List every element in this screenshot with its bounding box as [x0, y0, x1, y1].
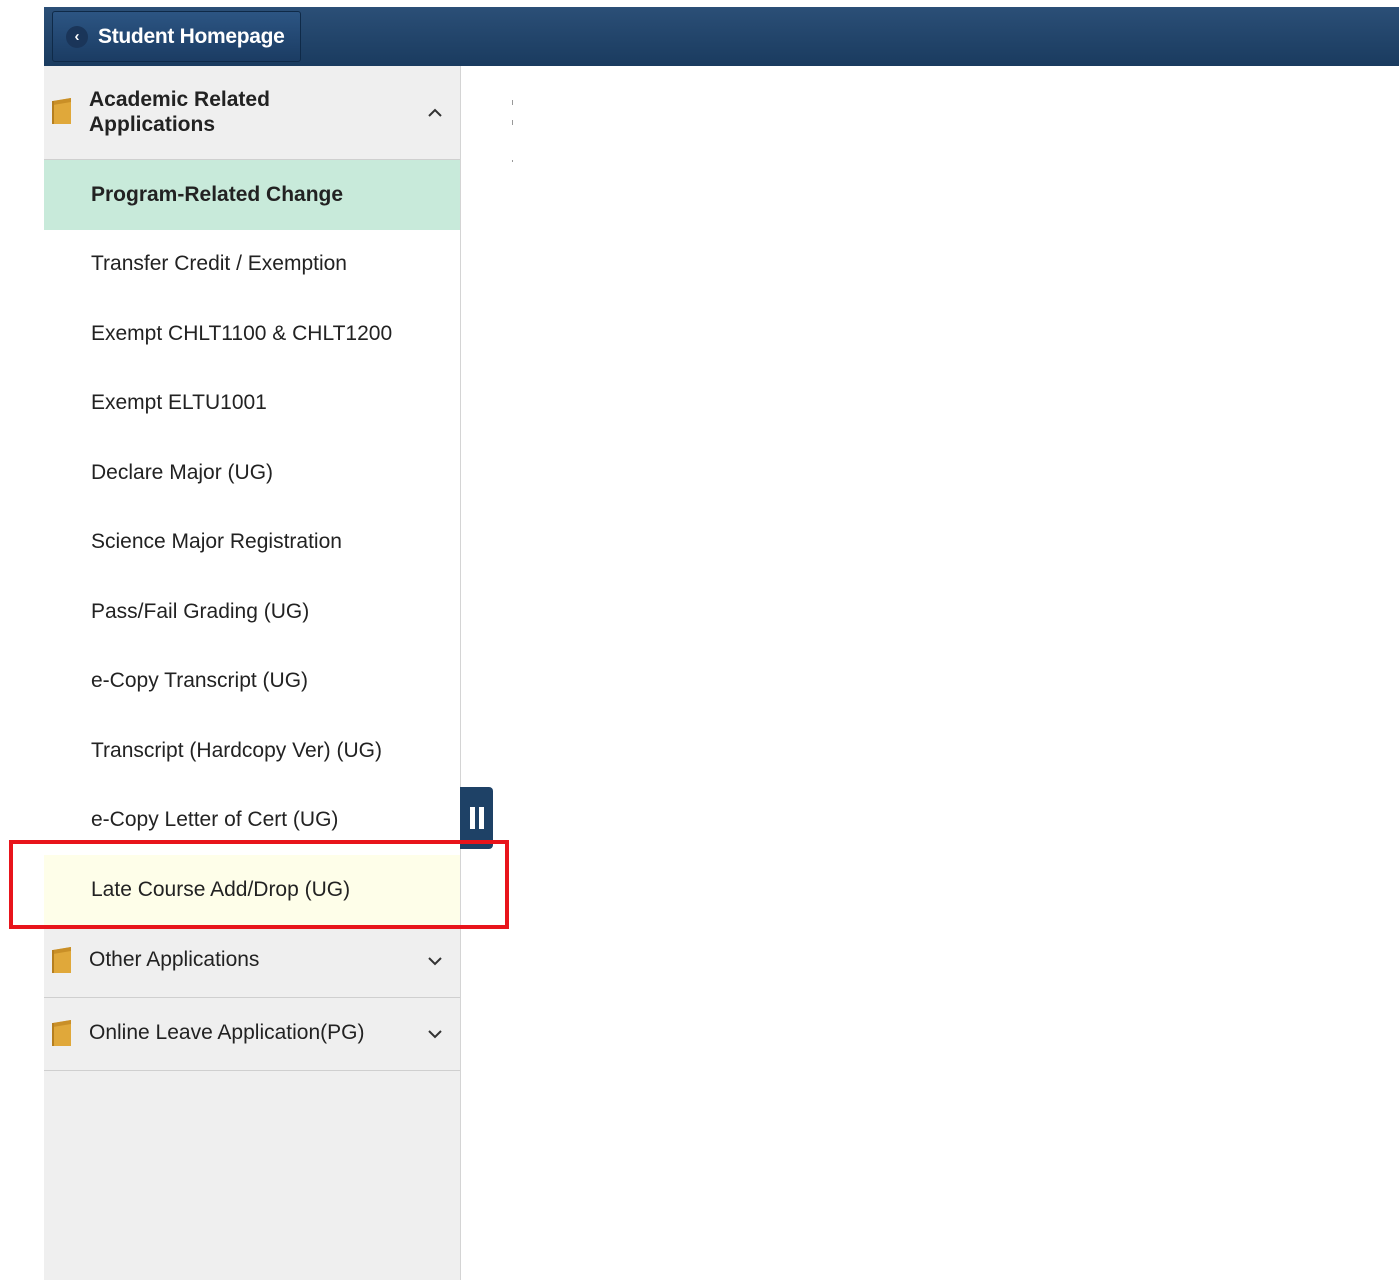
expand-icon[interactable]	[426, 952, 444, 970]
navigation-sidebar: Academic Related Applications Program-Re…	[44, 66, 461, 1280]
chevron-left-icon: ‹	[66, 25, 88, 48]
group-title-other: Other Applications	[89, 947, 260, 971]
app-window: ‹ Student Homepage Academic Related Appl…	[44, 7, 1399, 1280]
sidebar-collapse-handle[interactable]	[460, 787, 493, 849]
nav-item-science-major-registration[interactable]: Science Major Registration	[44, 507, 460, 577]
collapse-icon[interactable]	[426, 104, 444, 122]
nav-item-ecopy-letter-of-cert[interactable]: e-Copy Letter of Cert (UG)	[44, 785, 460, 855]
nav-item-ecopy-transcript[interactable]: e-Copy Transcript (UG)	[44, 646, 460, 716]
nav-item-declare-major[interactable]: Declare Major (UG)	[44, 438, 460, 508]
group-other-applications[interactable]: Other Applications	[44, 924, 460, 998]
nav-item-exempt-eltu1001[interactable]: Exempt ELTU1001	[44, 368, 460, 438]
top-banner: ‹ Student Homepage	[44, 7, 1399, 66]
content-artifact	[512, 120, 513, 125]
group-online-leave-application[interactable]: Online Leave Application(PG)	[44, 997, 460, 1071]
nav-item-exempt-chlt[interactable]: Exempt CHLT1100 & CHLT1200	[44, 299, 460, 369]
student-homepage-button[interactable]: ‹ Student Homepage	[52, 11, 301, 62]
group-title-online-leave: Online Leave Application(PG)	[89, 1020, 365, 1044]
nav-item-transfer-credit-exemption[interactable]: Transfer Credit / Exemption	[44, 229, 460, 299]
student-homepage-label: Student Homepage	[98, 24, 285, 48]
group-title-academic: Academic Related Applications	[89, 88, 270, 136]
folder-icon	[52, 98, 71, 124]
content-artifact	[512, 160, 513, 162]
content-artifact	[512, 100, 513, 105]
nav-item-transcript-hardcopy[interactable]: Transcript (Hardcopy Ver) (UG)	[44, 716, 460, 786]
folder-icon	[52, 1019, 71, 1046]
folder-icon	[52, 946, 71, 973]
expand-icon[interactable]	[426, 1025, 444, 1043]
nav-item-late-course-add-drop[interactable]: Late Course Add/Drop (UG)	[44, 855, 460, 925]
nav-item-pass-fail-grading[interactable]: Pass/Fail Grading (UG)	[44, 577, 460, 647]
group-academic-related-applications[interactable]: Academic Related Applications	[44, 66, 460, 160]
nav-item-program-related-change[interactable]: Program-Related Change	[44, 160, 460, 230]
pause-icon	[469, 807, 475, 829]
